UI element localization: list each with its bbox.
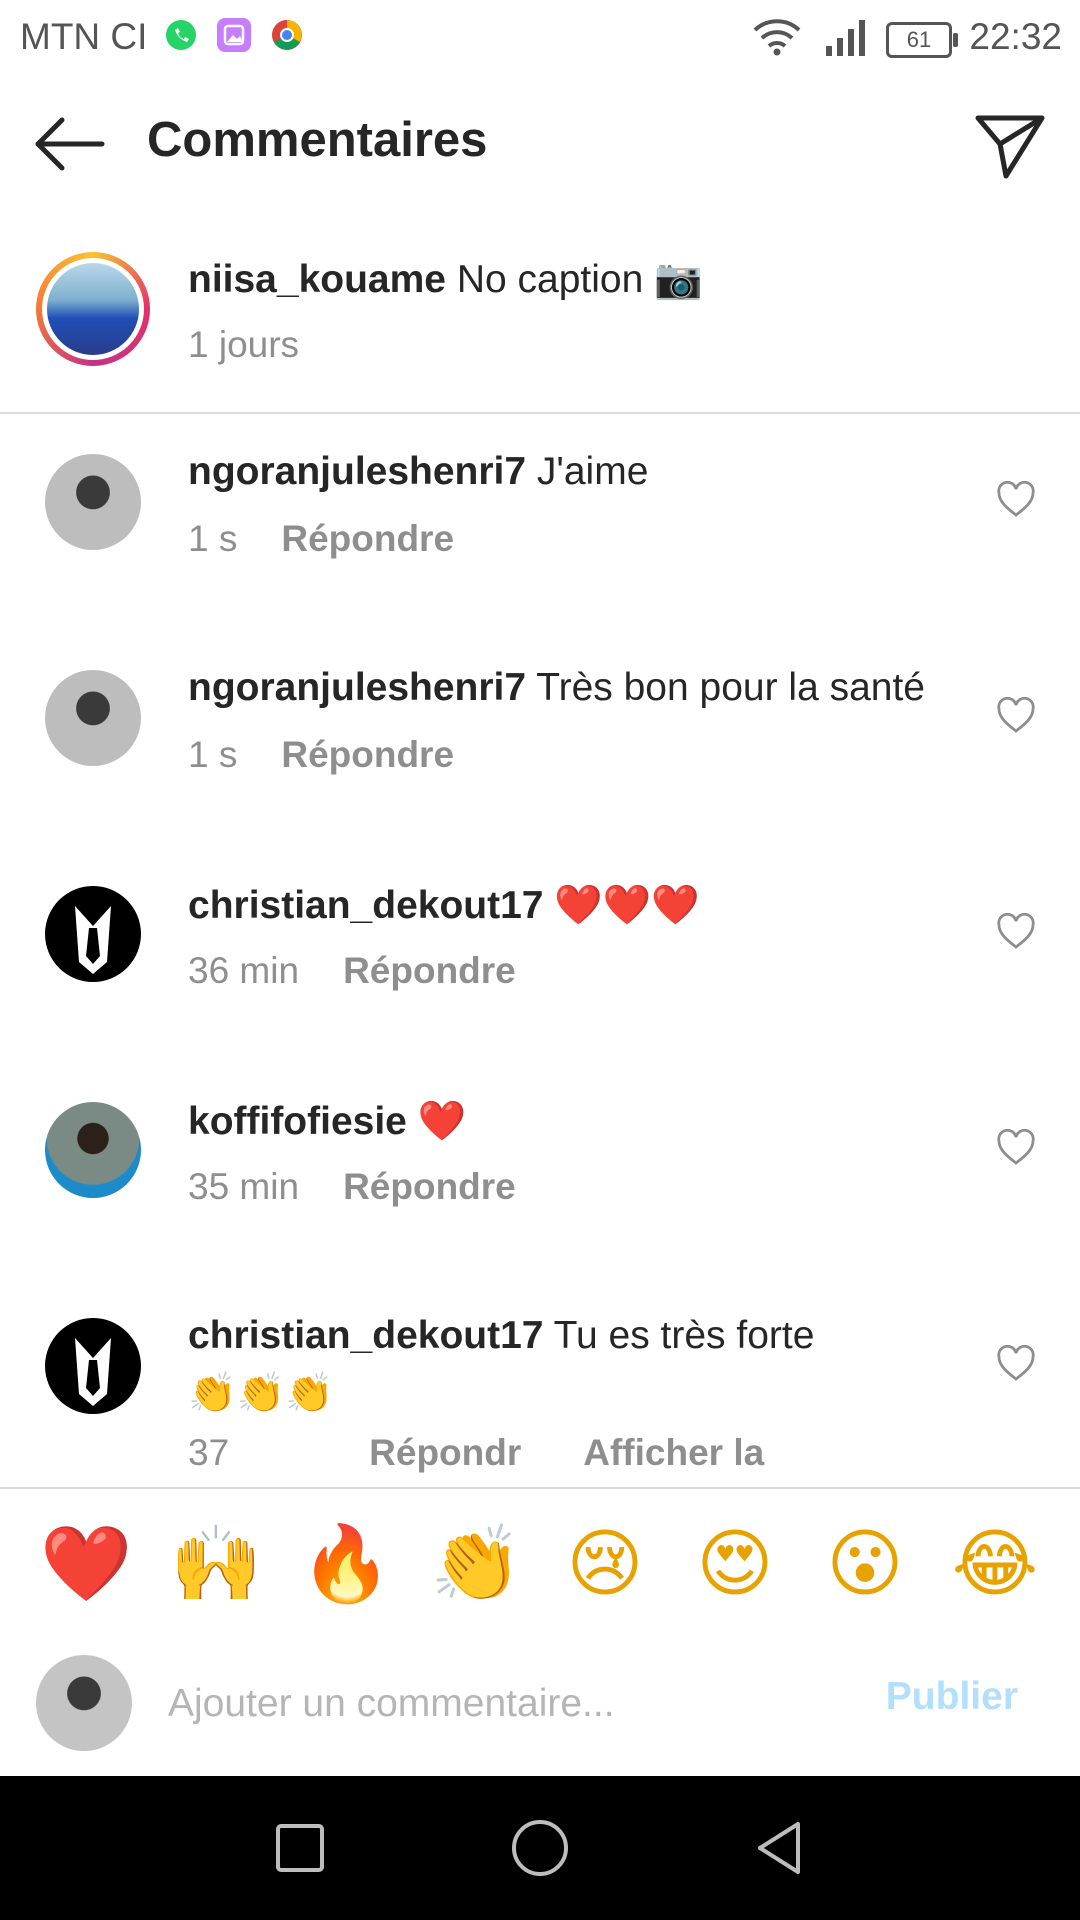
comment-list[interactable]: ngoranjuleshenri7 J'aime 1 s Répondre ngo… [0, 414, 1080, 1487]
emoji-laughing-button[interactable]: 😂 [950, 1519, 1040, 1609]
comment-username[interactable]: christian_dekout17 [188, 884, 543, 927]
reply-button[interactable]: Répondre [343, 1166, 516, 1207]
tuxedo-icon [75, 906, 111, 974]
carrier-name: MTN CI [20, 16, 148, 57]
comment-meta: 1 s Répondre [188, 518, 454, 560]
circle-icon [512, 1820, 568, 1876]
emoji-fire-button[interactable]: 🔥 [300, 1519, 392, 1609]
status-bar: MTN CI 61 22:32 [0, 0, 1080, 76]
heart-outline-icon [997, 1344, 1035, 1381]
like-button[interactable] [996, 1128, 1036, 1168]
recent-apps-button[interactable] [268, 1816, 332, 1880]
comment-meta: 35 min Répondre [188, 1166, 516, 1208]
comment-meta: 37 Répondr Afficher la [188, 1432, 764, 1474]
list-item: ngoranjuleshenri7 J'aime 1 s Répondre [0, 414, 1080, 630]
arrow-left-icon [35, 117, 105, 171]
comment-meta: 1 s Répondre [188, 734, 454, 776]
comment-timestamp: 35 min [188, 1166, 300, 1207]
comment-text: christian_dekout17 Tu es très forte [188, 1314, 988, 1358]
post-caption: niisa_kouame No caption 📷 1 jours [0, 220, 1080, 414]
view-replies-button[interactable]: Afficher la [583, 1432, 764, 1473]
share-button[interactable] [970, 106, 1050, 186]
comment-body: Très bon pour la santé [536, 666, 925, 709]
heart-outline-icon [997, 480, 1035, 517]
emoji-raised-hands-button[interactable]: 🙌 [170, 1519, 262, 1609]
back-nav-button[interactable] [748, 1816, 812, 1880]
battery-indicator: 61 [886, 22, 958, 58]
comment-username[interactable]: koffifofiesie [188, 1100, 407, 1143]
emoji-heart-button[interactable]: ❤️ [40, 1519, 132, 1609]
comment-body: J'aime [536, 450, 649, 493]
avatar[interactable] [45, 886, 141, 982]
comment-input[interactable] [166, 1663, 850, 1745]
avatar[interactable] [45, 1102, 141, 1198]
comment-username[interactable]: christian_dekout17 [188, 1314, 543, 1357]
like-button[interactable] [996, 912, 1036, 952]
system-nav-bar [0, 1776, 1080, 1920]
avatar[interactable] [45, 1318, 141, 1414]
emoji-quick-bar: ❤️ 🙌 🔥 👏 😢 😍 😮 😂 [0, 1487, 1080, 1635]
like-button[interactable] [996, 480, 1036, 520]
heart-outline-icon [997, 1128, 1035, 1165]
clock: 22:32 [969, 16, 1062, 57]
caption-timestamp: 1 jours [188, 324, 300, 365]
comment-text: ngoranjuleshenri7 J'aime [188, 450, 988, 494]
comment-username[interactable]: ngoranjuleshenri7 [188, 450, 526, 493]
header: Commentaires [0, 76, 1080, 210]
comment-body-emoji: 👏👏👏 [188, 1372, 334, 1415]
reply-button[interactable]: Répondre [343, 950, 516, 991]
comment-text: christian_dekout17 ❤️❤️❤️ [188, 882, 988, 928]
reply-button[interactable]: Répondre [281, 734, 454, 775]
comment-text: ngoranjuleshenri7 Très bon pour la santé [188, 666, 988, 710]
avatar[interactable] [36, 252, 150, 366]
like-button[interactable] [996, 696, 1036, 736]
avatar[interactable] [45, 670, 141, 766]
reply-button[interactable]: Répondr [369, 1432, 521, 1473]
avatar[interactable] [45, 454, 141, 550]
back-button[interactable] [30, 114, 110, 174]
comment-username[interactable]: ngoranjuleshenri7 [188, 666, 526, 709]
whatsapp-icon [164, 18, 198, 52]
avatar [36, 1655, 132, 1751]
comment-timestamp: 36 min [188, 950, 300, 991]
list-item: ngoranjuleshenri7 Très bon pour la santé… [0, 630, 1080, 846]
reply-button[interactable]: Répondre [281, 518, 454, 559]
triangle-back-icon [758, 1822, 800, 1874]
emoji-crying-button[interactable]: 😢 [560, 1519, 650, 1609]
wifi-icon [752, 18, 802, 56]
comment-meta: 36 min Répondre [188, 950, 516, 992]
caption-body: No caption 📷 [456, 258, 703, 301]
home-button[interactable] [508, 1816, 572, 1880]
tuxedo-icon [75, 1338, 111, 1406]
square-icon [276, 1824, 324, 1872]
paper-plane-icon [975, 115, 1045, 179]
comment-timestamp: 1 s [188, 734, 238, 775]
caption-text: niisa_kouame No caption 📷 [188, 256, 703, 302]
signal-icon [824, 18, 870, 56]
chrome-icon [270, 18, 304, 52]
comment-timestamp: 1 s [188, 518, 238, 559]
heart-outline-icon [997, 696, 1035, 733]
publish-button[interactable]: Publier [886, 1675, 1018, 1719]
profile-photo [47, 263, 139, 355]
comment-body: ❤️❤️❤️ [554, 884, 700, 927]
comment-composer: Publier [0, 1633, 1080, 1775]
emoji-surprised-button[interactable]: 😮 [820, 1519, 910, 1609]
gallery-icon [217, 18, 251, 52]
comment-timestamp: 37 [188, 1432, 230, 1473]
caption-username[interactable]: niisa_kouame [188, 258, 446, 301]
comment-text: koffifofiesie ❤️ [188, 1098, 988, 1144]
comment-body: Tu es très forte [553, 1314, 815, 1357]
list-item: koffifofiesie ❤️ 35 min Répondre [0, 1062, 1080, 1278]
list-item: christian_dekout17 ❤️❤️❤️ 36 min Répondre [0, 846, 1080, 1062]
emoji-heart-eyes-button[interactable]: 😍 [690, 1519, 780, 1609]
page-title: Commentaires [147, 113, 488, 167]
list-item: christian_dekout17 Tu es très forte 👏👏👏 … [0, 1278, 1080, 1487]
like-button[interactable] [996, 1344, 1036, 1384]
heart-outline-icon [997, 912, 1035, 949]
emoji-clapping-button[interactable]: 👏 [430, 1519, 522, 1609]
comment-body: ❤️ [417, 1100, 467, 1143]
